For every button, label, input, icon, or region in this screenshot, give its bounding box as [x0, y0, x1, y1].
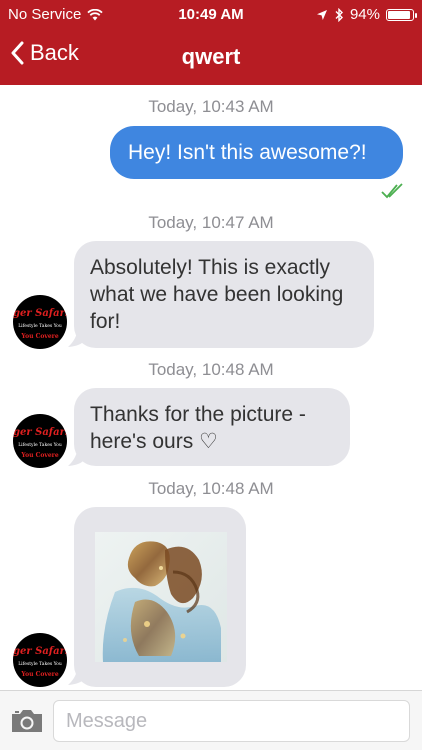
header: No Service 10:49 AM 94% Back qwert [0, 0, 422, 85]
timestamp: Today, 10:48 AM [148, 479, 274, 498]
nav-bar: Back qwert [0, 30, 422, 85]
avatar-text: Lifestyle Takes You [18, 443, 62, 448]
avatar-text: Lifestyle Takes You [18, 324, 62, 329]
message-line: Thanks for the picture - [90, 403, 306, 426]
status-right: 94% [316, 6, 417, 23]
message-line: Absolutely! This is exactly [90, 256, 331, 279]
bubble-tail [68, 667, 84, 685]
outgoing-message[interactable]: Hey! Isn't this awesome?! [110, 126, 403, 179]
incoming-message[interactable]: Absolutely! This is exactly what we have… [74, 241, 374, 348]
location-arrow-icon [316, 9, 327, 20]
incoming-message[interactable]: Thanks for the picture - here's ours ♡ [74, 388, 350, 466]
avatar-text: ger Safari [13, 308, 67, 319]
timestamp: Today, 10:47 AM [148, 213, 274, 232]
read-receipt-check-icon [381, 183, 403, 199]
message-composer [0, 690, 422, 750]
message-input[interactable] [53, 700, 410, 742]
bubble-tail [68, 448, 84, 466]
battery-fill [388, 10, 410, 19]
bubble-tail [68, 329, 84, 347]
conversation-title: qwert [181, 44, 241, 69]
message-line: here's ours ♡ [90, 430, 218, 453]
avatar[interactable]: ger Safari Lifestyle Takes You You Cover… [13, 295, 67, 349]
avatar-text: Lifestyle Takes You [18, 662, 62, 667]
shared-photo[interactable] [95, 532, 227, 662]
chat-screen: No Service 10:49 AM 94% Back qwert Today… [0, 0, 422, 750]
avatar[interactable]: ger Safari Lifestyle Takes You You Cover… [13, 633, 67, 687]
message-line: for! [90, 310, 121, 333]
message-line: what we have been looking [90, 283, 344, 306]
camera-icon[interactable] [10, 708, 44, 734]
bluetooth-icon [335, 7, 343, 22]
avatar-text: ger Safari [13, 427, 67, 438]
timestamp: Today, 10:43 AM [148, 97, 274, 116]
avatar-text: You Covere [21, 333, 59, 340]
battery-icon [386, 8, 417, 21]
avatar-text: You Covere [21, 452, 59, 459]
avatar[interactable]: ger Safari Lifestyle Takes You You Cover… [13, 414, 67, 468]
status-bar: No Service 10:49 AM 94% [0, 0, 422, 30]
battery-percent: 94% [349, 6, 380, 23]
timestamp: Today, 10:48 AM [148, 360, 274, 379]
message-text: Hey! Isn't this awesome?! [128, 141, 367, 164]
avatar-text: You Covere [21, 671, 59, 678]
avatar-text: ger Safari [13, 646, 67, 657]
